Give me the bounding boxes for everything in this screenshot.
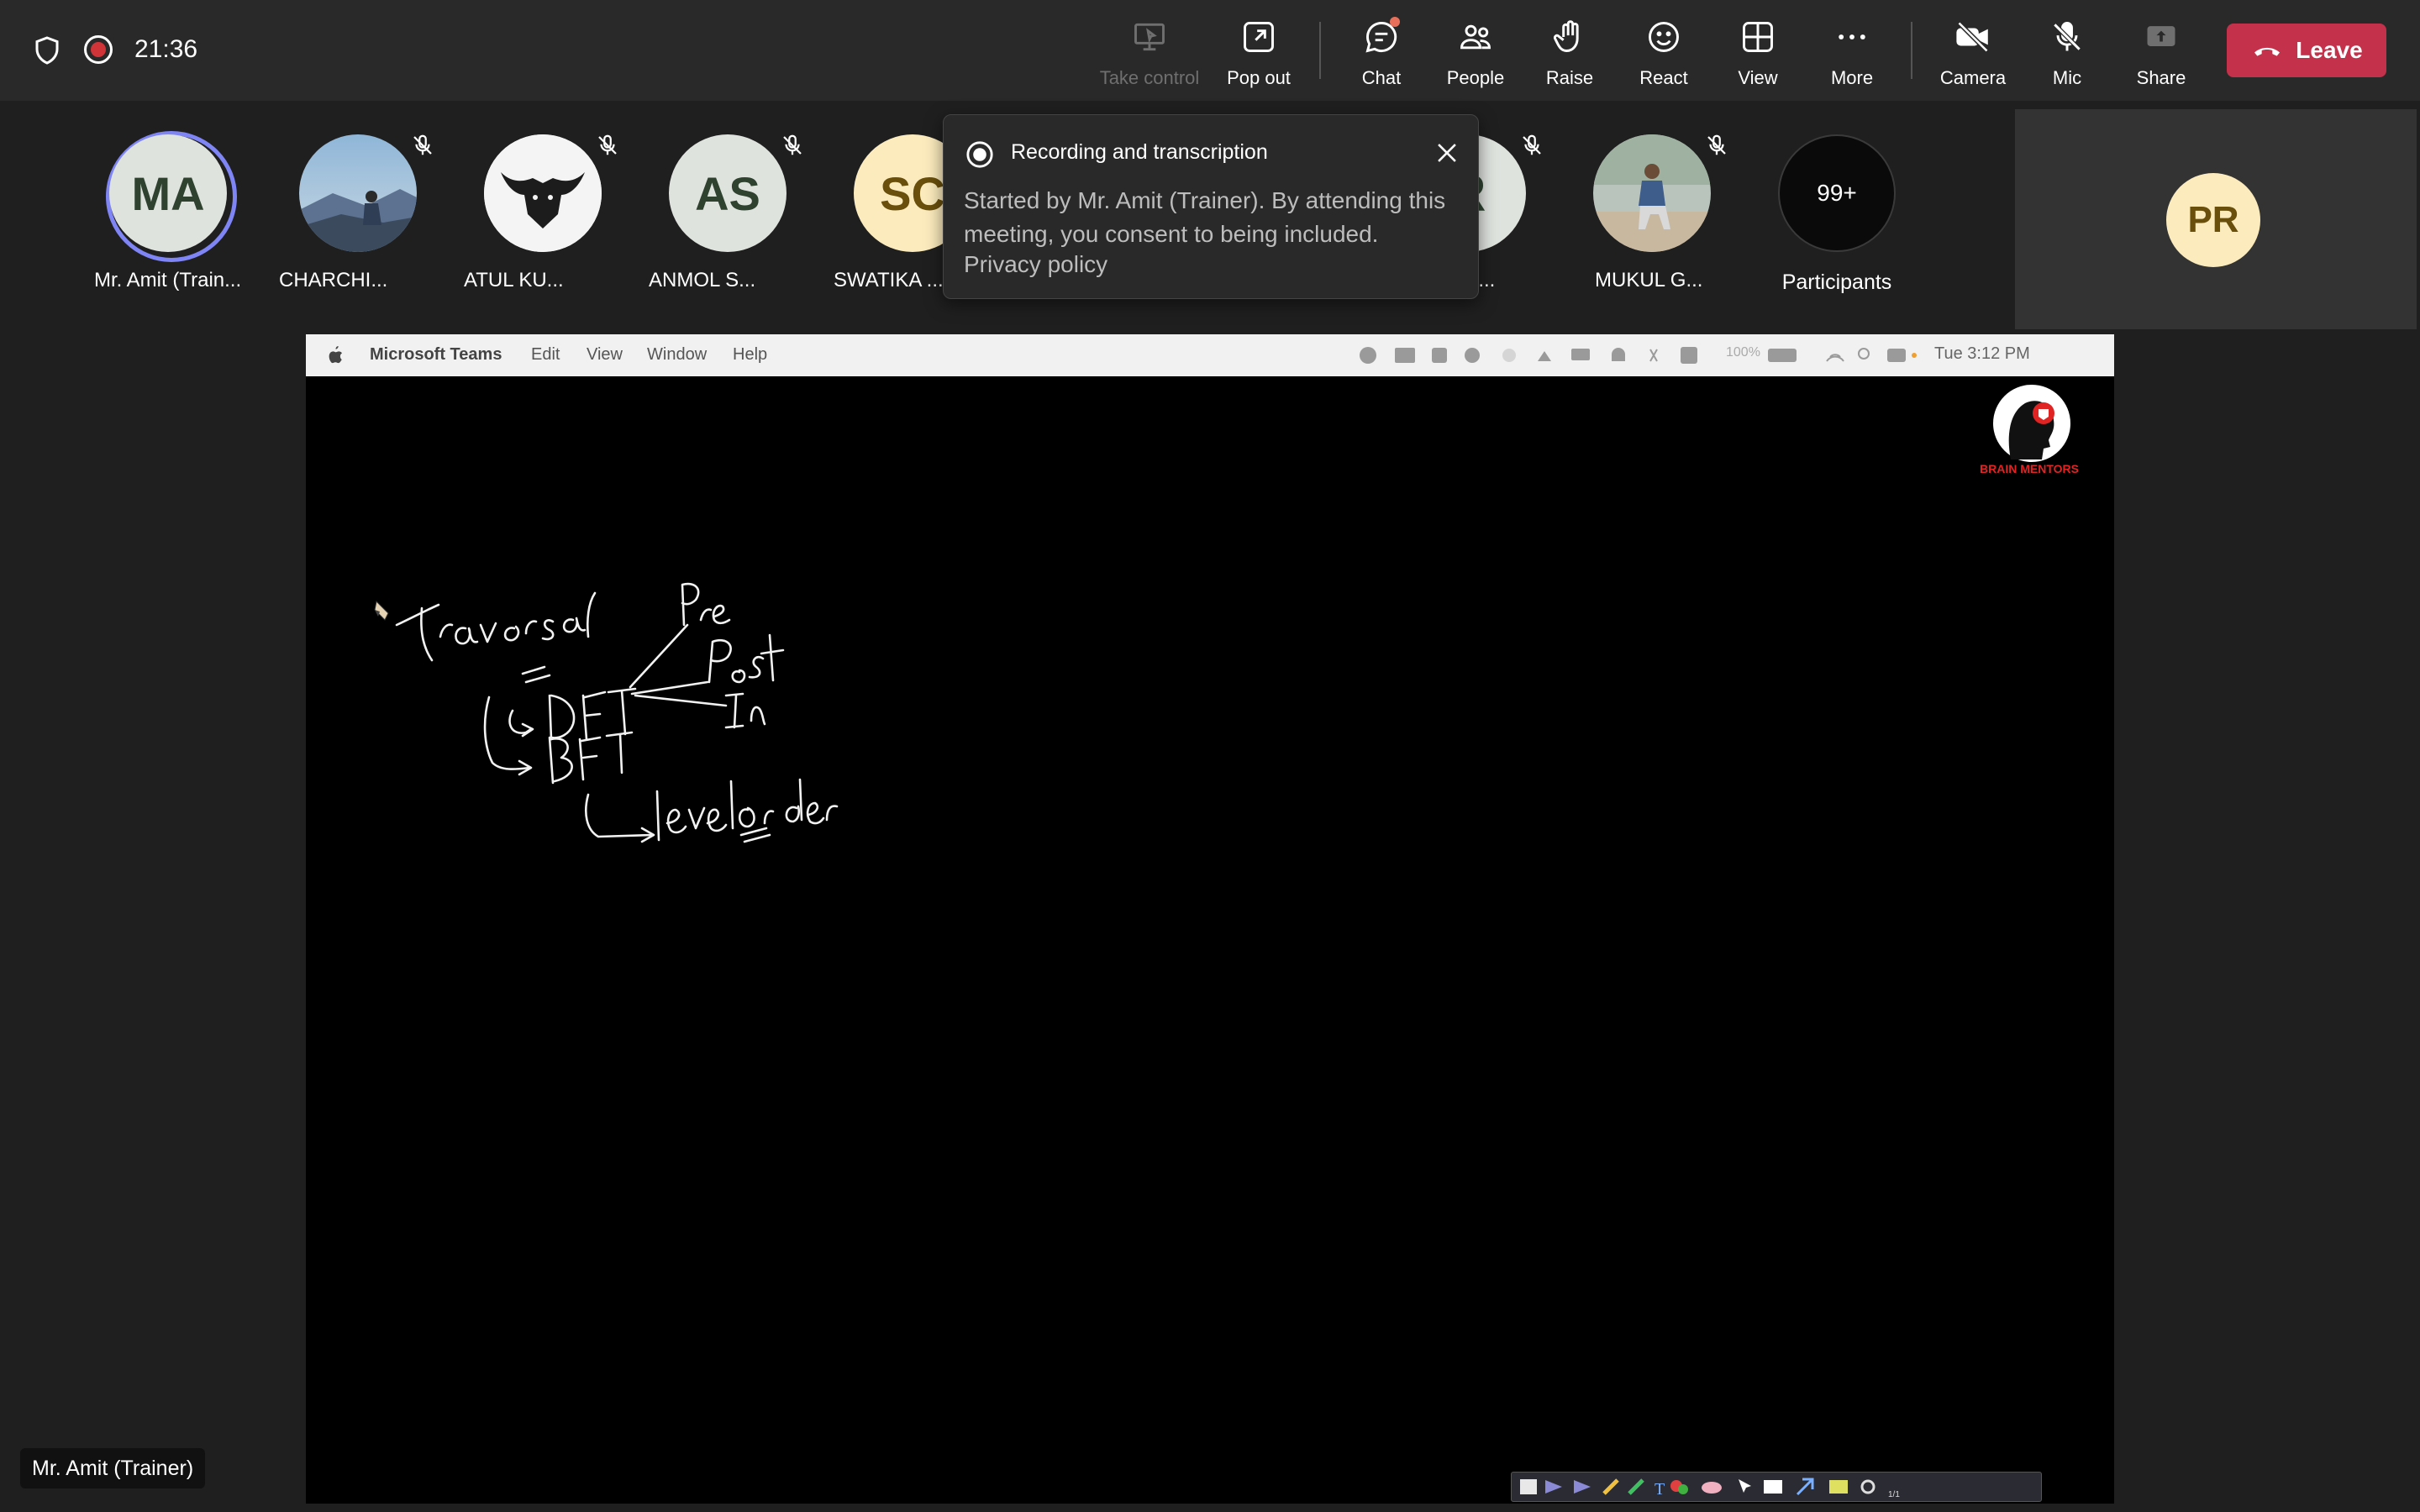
participant-count-button[interactable]: 99+: [1778, 134, 1896, 252]
person-mountain-photo: [299, 134, 417, 252]
meeting-timer: 21:36: [134, 35, 198, 63]
more-dots-icon: [1839, 34, 1865, 39]
menu-clock: Tue 3:12 PM: [1934, 344, 2030, 363]
shield-icon[interactable]: [32, 35, 62, 66]
participant-tile[interactable]: MA Mr. Amit (Train...: [87, 134, 255, 302]
recording-dot: [91, 42, 106, 57]
participant-tile[interactable]: AS ANMOL S...: [647, 134, 815, 302]
pop-out-icon: [1244, 22, 1274, 52]
presenter-name-label: Mr. Amit (Trainer): [20, 1448, 206, 1488]
pen-cursor-icon: [374, 600, 389, 621]
menu-view: View: [587, 345, 623, 364]
menu-window: Window: [647, 345, 708, 364]
person-sitting-photo: [1593, 134, 1711, 252]
share-button[interactable]: Share: [2114, 15, 2208, 91]
grid-view-icon: [1743, 22, 1773, 52]
muted-mic-icon: [1707, 134, 1726, 155]
muted-mic-icon: [598, 134, 617, 155]
avatar: AS: [669, 134, 786, 252]
popup-title: Recording and transcription: [1011, 140, 1268, 164]
hang-up-icon: [2254, 47, 2281, 56]
camera-button[interactable]: Camera: [1926, 15, 2020, 91]
svg-text:1/1: 1/1: [1888, 1490, 1900, 1499]
muted-mic-icon: [413, 134, 432, 155]
mic-off-icon: [2053, 22, 2081, 51]
mic-button[interactable]: Mic: [2020, 15, 2114, 91]
participant-name: CHARCHI...: [279, 269, 388, 291]
privacy-policy-link[interactable]: Privacy policy: [964, 251, 1107, 278]
participant-name: MUKUL G...: [1595, 269, 1703, 291]
participant-tile[interactable]: CHARCHI...: [277, 134, 445, 302]
toolbar-divider: [1319, 22, 1321, 79]
people-icon: [1460, 24, 1491, 50]
self-avatar: PR: [2166, 173, 2260, 267]
menu-app-name: Microsoft Teams: [370, 345, 502, 364]
take-control-button[interactable]: Take control: [1100, 15, 1199, 91]
muted-mic-icon: [1523, 134, 1541, 155]
avatar: [299, 134, 417, 252]
participant-tile[interactable]: ATUL KU...: [462, 134, 630, 302]
menu-help: Help: [733, 345, 768, 364]
participant-name: Mr. Amit (Train...: [94, 269, 242, 291]
mac-menu-bar: Microsoft Teams Edit View Window Help 10…: [306, 334, 2114, 376]
shared-screen: Microsoft Teams Edit View Window Help 10…: [306, 334, 2114, 1504]
avatar: [484, 134, 602, 252]
toolbar-divider: [1911, 22, 1912, 79]
meeting-control-bar: 21:36 Take control Pop out Chat People R…: [0, 0, 2420, 101]
svg-text:T: T: [1655, 1480, 1665, 1499]
people-button[interactable]: People: [1428, 15, 1523, 91]
participant-count-label: Participants: [1781, 270, 1892, 294]
raise-hand-button[interactable]: Raise: [1523, 15, 1617, 91]
camera-off-icon: [1956, 21, 1989, 53]
battery-level: 100%: [1726, 345, 1760, 360]
record-icon: [966, 141, 993, 168]
muted-mic-icon: [783, 134, 802, 155]
close-icon[interactable]: [1433, 139, 1461, 167]
react-button[interactable]: React: [1617, 15, 1711, 91]
leave-button[interactable]: Leave: [2227, 24, 2386, 77]
annotation-toolbar[interactable]: T 1/1: [1511, 1472, 2042, 1502]
apple-icon: [329, 346, 343, 364]
bull-logo-photo: [484, 134, 602, 252]
more-button[interactable]: More: [1805, 15, 1899, 91]
chat-notification-badge: [1390, 17, 1400, 27]
smiley-icon: [1649, 22, 1679, 52]
recording-notice-popup: Recording and transcription Started by M…: [943, 114, 1479, 299]
raise-hand-icon: [1553, 20, 1579, 52]
take-control-icon: [1134, 23, 1165, 51]
participant-name: ATUL KU...: [464, 269, 564, 291]
self-view-tile[interactable]: PR: [2015, 109, 2417, 329]
menu-edit: Edit: [531, 345, 560, 364]
popup-message: Started by Mr. Amit (Trainer). By attend…: [964, 187, 1446, 247]
avatar: MA: [109, 134, 227, 252]
participant-tile[interactable]: MUKUL G...: [1571, 134, 1739, 302]
avatar: [1593, 134, 1711, 252]
share-screen-icon: [2147, 26, 2175, 46]
whiteboard-handwriting: [395, 582, 839, 843]
system-tray-icons: [1360, 347, 1917, 364]
view-button[interactable]: View: [1711, 15, 1805, 91]
pop-out-button[interactable]: Pop out: [1212, 15, 1306, 91]
chat-button[interactable]: Chat: [1334, 15, 1428, 91]
participant-name: ANMOL S...: [649, 269, 756, 291]
